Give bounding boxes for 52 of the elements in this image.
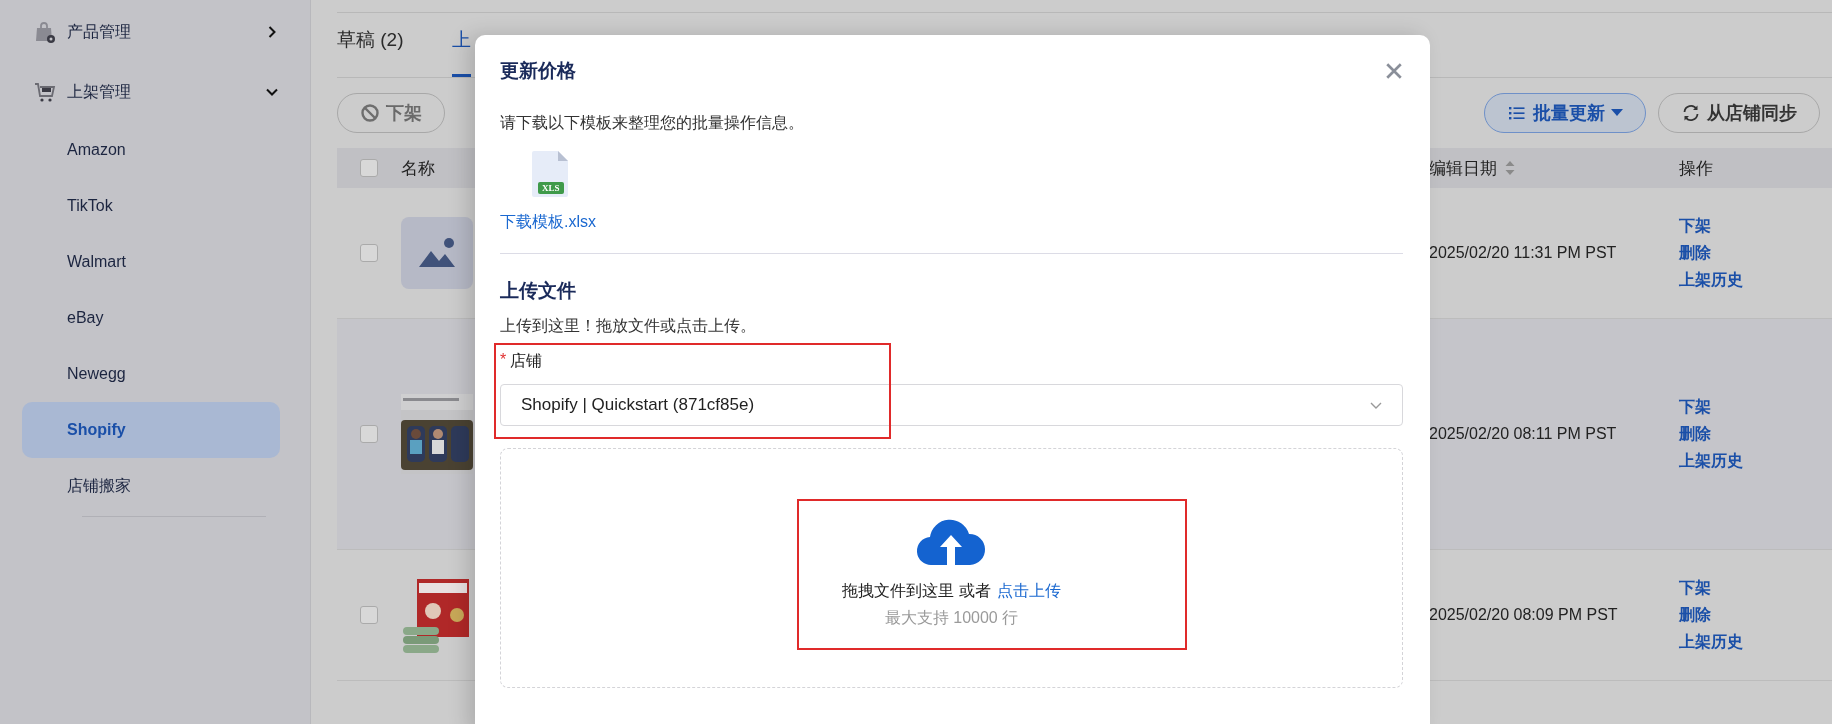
table-cell: 2025/02/20 08:11 PM PST: [1429, 425, 1617, 442]
column-header: 名称: [401, 157, 435, 180]
tab[interactable]: 草稿 (2): [337, 27, 404, 77]
column-header: 编辑日期: [1429, 157, 1497, 180]
dialog-title: 更新价格: [500, 59, 576, 83]
cloud-upload-icon: [916, 517, 987, 567]
instruction-text: 请下载以下模板来整理您的批量操作信息。: [500, 113, 804, 133]
limit-text: 最大支持 10000 行: [884, 608, 1019, 628]
action-link[interactable]: 下架: [1679, 577, 1832, 599]
nav-subitem[interactable]: TikTok: [22, 178, 280, 234]
action-link[interactable]: 删除: [1679, 604, 1832, 626]
download-link[interactable]: 下载模板.xlsx: [500, 212, 596, 233]
action-link[interactable]: 下架: [1679, 396, 1832, 418]
checkbox[interactable]: [360, 425, 378, 443]
nav-subitem[interactable]: 店铺搬家: [22, 458, 280, 514]
close-icon: [1385, 62, 1403, 80]
shopping-bag-icon: [33, 20, 57, 44]
nav-item[interactable]: 上架管理: [0, 62, 310, 122]
nav-subitem[interactable]: Walmart: [22, 234, 280, 290]
caret-icon: [1611, 109, 1623, 117]
nav-subitem[interactable]: eBay: [22, 290, 280, 346]
upload-link[interactable]: 点击上传: [996, 581, 1061, 602]
nav-subitem[interactable]: Newegg: [22, 346, 280, 402]
hint-text: 上传到这里！拖放文件或点击上传。: [500, 316, 756, 336]
image-placeholder-icon: [401, 217, 473, 289]
action-link[interactable]: 删除: [1679, 242, 1832, 264]
action-link[interactable]: 上架历史: [1679, 269, 1832, 291]
action-link[interactable]: 上架历史: [1679, 450, 1832, 472]
ban-icon: [360, 103, 380, 123]
sync-icon: [1681, 103, 1701, 123]
nav-item[interactable]: 产品管理: [0, 2, 310, 62]
section-title: 上传文件: [500, 279, 576, 303]
dropzone-text: 拖拽文件到这里 或者: [842, 581, 991, 601]
nav-subitem[interactable]: Amazon: [22, 122, 280, 178]
store-select[interactable]: Shopify | Quickstart (871cf85e): [500, 384, 1403, 426]
upload-dropzone[interactable]: 拖拽文件到这里 或者 点击上传 最大支持 10000 行: [500, 448, 1403, 688]
file-type-label: XLS: [538, 182, 564, 194]
checkbox[interactable]: [360, 606, 378, 624]
column-header: 操作: [1679, 157, 1713, 180]
cart-icon: [33, 80, 57, 104]
table-cell: 2025/02/20 08:09 PM PST: [1429, 606, 1618, 623]
required-mark: *: [500, 351, 507, 370]
action-link[interactable]: 上架历史: [1679, 631, 1832, 653]
bulk-update-button[interactable]: 批量更新: [1484, 93, 1646, 133]
checkbox[interactable]: [360, 159, 378, 177]
action-link[interactable]: 删除: [1679, 423, 1832, 445]
table-cell: 2025/02/20 11:31 PM PST: [1429, 244, 1617, 261]
checkbox[interactable]: [360, 244, 378, 262]
nav-subitem[interactable]: Shopify: [22, 402, 280, 458]
field-label: 店铺: [510, 351, 543, 371]
action-link[interactable]: 下架: [1679, 215, 1832, 237]
tab[interactable]: 上: [451, 27, 471, 77]
